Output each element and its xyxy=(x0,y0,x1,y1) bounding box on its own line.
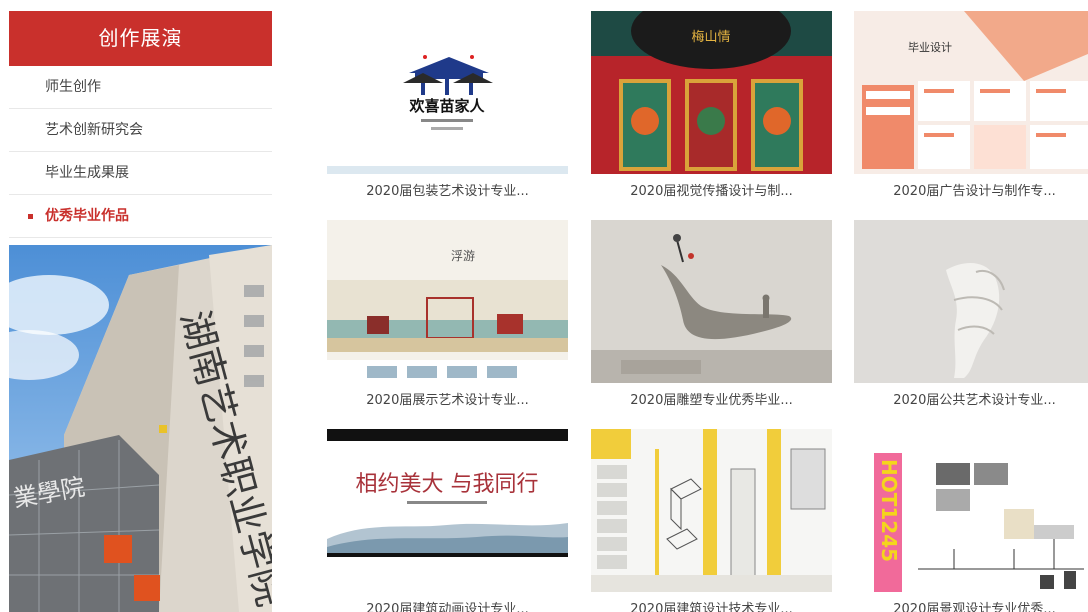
work-thumbnail[interactable]: HOT1245 xyxy=(854,429,1088,592)
sidebar-item-label: 师生创作 xyxy=(45,79,101,95)
sidebar-item-label: 毕业生成果展 xyxy=(45,165,129,181)
thumb-title-text: 相约美大 与我同行 xyxy=(356,472,539,497)
work-caption[interactable]: 2020届包装艺术设计专业... xyxy=(327,180,568,199)
work-card[interactable]: 欢喜苗家人 2020届包装艺术设计专业... xyxy=(327,11,568,199)
work-card[interactable]: 毕业设计 2020届广告设计与制作专... xyxy=(854,11,1088,199)
work-card[interactable]: 梅山情 2020届视觉传播设计与制... xyxy=(591,11,832,199)
sidebar-item-label: 艺术创新研究会 xyxy=(45,122,143,138)
sidebar-item-teacher-student-works[interactable]: 师生创作 xyxy=(9,66,272,109)
work-card[interactable]: HOT1245 2020届景观设计专业优秀... xyxy=(854,429,1088,612)
work-thumbnail[interactable] xyxy=(854,220,1088,383)
sidebar-item-label: 优秀毕业作品 xyxy=(45,208,129,224)
work-caption[interactable]: 2020届雕塑专业优秀毕业... xyxy=(591,389,832,408)
thumb-title-text: 毕业设计 xyxy=(908,41,952,54)
work-caption[interactable]: 2020届景观设计专业优秀... xyxy=(854,598,1088,612)
work-caption[interactable]: 2020届公共艺术设计专业... xyxy=(854,389,1088,408)
sidebar-nav: 师生创作 艺术创新研究会 毕业生成果展 优秀毕业作品 xyxy=(9,66,272,238)
work-card[interactable]: 相约美大 与我同行 2020届建筑动画设计专业... xyxy=(327,429,568,612)
sidebar-item-art-innovation-society[interactable]: 艺术创新研究会 xyxy=(9,109,272,152)
work-thumbnail[interactable]: 浮游 xyxy=(327,220,568,383)
sidebar-item-graduate-exhibition[interactable]: 毕业生成果展 xyxy=(9,152,272,195)
sidebar: 创作展演 师生创作 艺术创新研究会 毕业生成果展 优秀毕业作品 xyxy=(9,11,272,238)
sidebar-item-excellent-graduate-works[interactable]: 优秀毕业作品 xyxy=(9,195,272,238)
thumb-title-text: 浮游 xyxy=(451,249,475,263)
work-caption[interactable]: 2020届视觉传播设计与制... xyxy=(591,180,832,199)
thumb-title-text: 欢喜苗家人 xyxy=(408,97,485,115)
thumb-title-text: 梅山情 xyxy=(691,30,730,45)
work-caption[interactable]: 2020届广告设计与制作专... xyxy=(854,180,1088,199)
work-caption[interactable]: 2020届建筑动画设计专业... xyxy=(327,598,568,612)
work-card[interactable]: 2020届公共艺术设计专业... xyxy=(854,220,1088,408)
work-caption[interactable]: 2020届展示艺术设计专业... xyxy=(327,389,568,408)
active-bullet-icon xyxy=(28,214,33,219)
thumb-title-text: HOT1245 xyxy=(877,459,901,562)
work-card[interactable]: 2020届建筑设计技术专业... xyxy=(591,429,832,612)
work-thumbnail[interactable]: 相约美大 与我同行 xyxy=(327,429,568,592)
work-card[interactable]: 2020届雕塑专业优秀毕业... xyxy=(591,220,832,408)
work-thumbnail[interactable]: 毕业设计 xyxy=(854,11,1088,174)
works-grid: 欢喜苗家人 2020届包装艺术设计专业... 梅山情 2020届视觉传播设计与制… xyxy=(327,11,1088,612)
sidebar-title: 创作展演 xyxy=(9,11,272,66)
work-caption[interactable]: 2020届建筑设计技术专业... xyxy=(591,598,832,612)
work-thumbnail[interactable]: 欢喜苗家人 xyxy=(327,11,568,174)
work-thumbnail[interactable] xyxy=(591,220,832,383)
work-card[interactable]: 浮游 2020届展示艺术设计专业... xyxy=(327,220,568,408)
work-thumbnail[interactable] xyxy=(591,429,832,592)
campus-building-photo: 湖南艺术职业学院 業學院 xyxy=(9,245,272,612)
work-thumbnail[interactable]: 梅山情 xyxy=(591,11,832,174)
